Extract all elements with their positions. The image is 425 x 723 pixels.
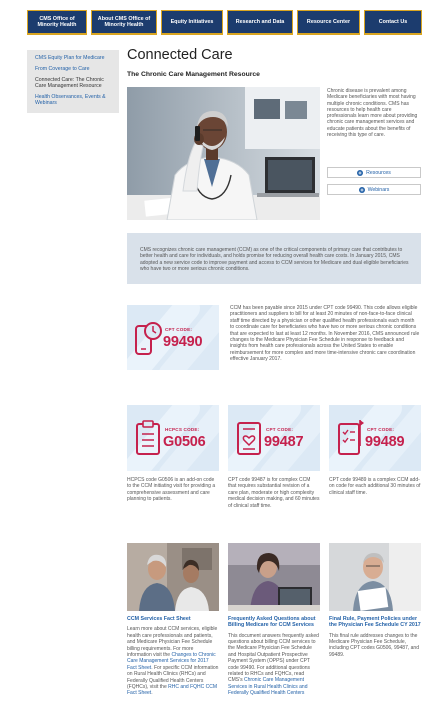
resources-button-label: Resources [366,169,391,176]
final-rule-photo[interactable] [329,543,421,611]
code-number: G0506 [163,434,206,450]
nav-item-label: About CMS Office of Minority Health [97,15,151,28]
ccm-callout-box: CMS recognizes chronic care management (… [127,233,421,284]
nav-item-equity-initiatives[interactable]: Equity Initiatives [161,10,223,35]
nav-item-label: Research and Data [235,18,285,25]
nav-item-about[interactable]: About CMS Office of Minority Health [91,10,157,35]
cpt-99487-graphic: CPT CODE: 99487 [228,405,320,471]
checklist-icon [338,420,364,455]
resource-description: This final rule addresses changes to the… [329,633,421,659]
webinars-button[interactable]: Webinars [327,184,421,195]
code-number: 99487 [264,434,304,450]
faq-billing-photo[interactable] [228,543,320,611]
resource-description: Learn more about CCM services, eligible … [127,626,219,696]
g0506-description: HCPCS code G0506 is an add-on code to th… [127,477,216,503]
faq-billing-link[interactable]: Frequently Asked Questions about Billing… [228,616,320,629]
sidebar-item-equity-plan[interactable]: CMS Equity Plan for Medicare [35,55,113,61]
callout-text: CMS recognizes chronic care management (… [140,247,409,273]
sidebar: CMS Equity Plan for Medicare From Covera… [27,50,119,113]
plus-circle-icon [357,169,364,176]
nav-item-research-and-data[interactable]: Research and Data [227,10,293,35]
sidebar-item-coverage-to-care[interactable]: From Coverage to Care [35,66,113,72]
resource-description: This document answers frequently asked q… [228,633,320,697]
phone-icon [135,322,162,355]
code-label: HCPCS CODE: [165,427,200,432]
doctor-on-phone-photo [127,87,320,220]
nav-item-label: Resource Center [306,18,351,25]
hcpcs-g0506-graphic: HCPCS CODE: G0506 [127,405,219,471]
cpt-99490-graphic: CPT CODE: 99490 [127,305,219,370]
top-navigation: CMS Office of Minority Health About CMS … [27,10,422,35]
99487-description: CPT code 99487 is for complex CCM that r… [228,477,320,509]
resources-button[interactable]: Resources [327,167,421,178]
page-title: Connected Care [127,47,233,63]
ccm-fact-sheet-link[interactable]: CCM Services Fact Sheet [127,616,219,622]
consultation-photo-illustration [127,543,219,611]
ccm-fact-sheet-resource: CCM Services Fact Sheet Learn more about… [127,616,219,723]
code-number: 99489 [365,434,405,450]
nav-item-contact-us[interactable]: Contact Us [364,10,422,35]
man-reading-photo-illustration [329,543,421,611]
nav-item-resource-center[interactable]: Resource Center [297,10,360,35]
document-heart-icon [237,422,261,455]
description-text: . [151,690,153,697]
laptop-photo-illustration [228,543,320,611]
final-rule-resource: Final Rule, Payment Policies under the P… [329,616,421,723]
sidebar-item-health-observances[interactable]: Health Observances, Events & Webinars [35,94,113,106]
description-text: This final rule addresses changes to the… [329,632,419,658]
code-label: CPT CODE: [266,427,294,432]
description-text: This document answers frequently asked q… [228,632,319,684]
nav-item-label: Contact Us [378,18,408,25]
nav-item-label: CMS Office of Minority Health [37,15,77,28]
webinars-button-label: Webinars [367,186,390,193]
faq-billing-resource: Frequently Asked Questions about Billing… [228,616,320,723]
cpt-99489-graphic: CPT CODE: 99489 [329,405,421,471]
clipboard-icon [136,420,160,455]
final-rule-link[interactable]: Final Rule, Payment Policies under the P… [329,616,421,629]
doctor-photo-illustration [127,87,320,220]
code-label: CPT CODE: [165,327,193,332]
intro-text: Chronic disease is prevalent among Medic… [327,88,418,139]
cpt-99490-description: CCM has been payable since 2015 under CP… [230,305,420,363]
nav-item-label: Equity Initiatives [170,18,214,25]
nav-item-cms-office-of-minority-health[interactable]: CMS Office of Minority Health [27,10,87,35]
code-label: CPT CODE: [367,427,395,432]
ccm-fact-sheet-photo[interactable] [127,543,219,611]
code-number: 99490 [163,334,203,350]
99489-description: CPT code 99489 is a complex CCM add-on c… [329,477,421,496]
sidebar-item-connected-care[interactable]: Connected Care: The Chronic Care Managem… [35,77,113,89]
page-subtitle: The Chronic Care Management Resource [127,71,260,78]
plus-circle-icon [358,186,365,193]
